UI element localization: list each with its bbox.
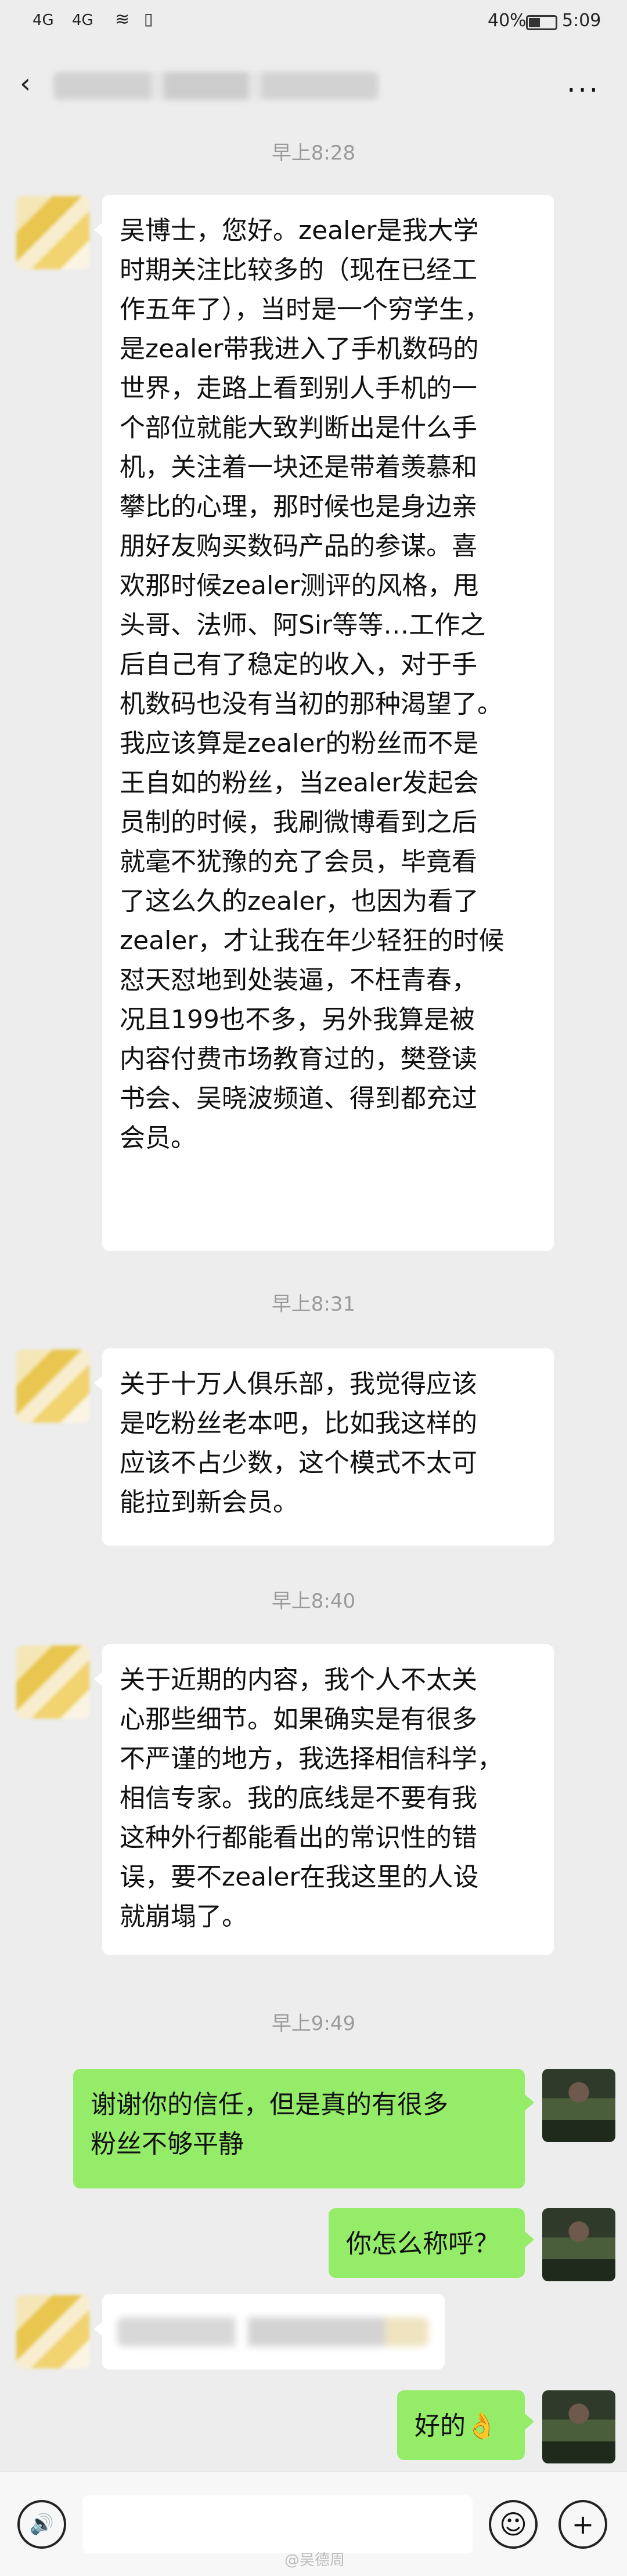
bubble-tail <box>525 2094 534 2111</box>
battery-percent: 40% <box>488 10 527 31</box>
more-button[interactable]: ··· <box>567 77 600 104</box>
signal-indicator-2: 4G <box>72 12 93 29</box>
emoji-icon: ☺ <box>499 2509 527 2540</box>
emoji-button[interactable]: ☺ <box>489 2500 538 2549</box>
watermark: @吴德周 <box>284 2552 345 2569</box>
timestamp: 早上8:28 <box>271 142 356 165</box>
signal-indicator-1: 4G <box>33 12 54 29</box>
message-text: 谢谢你的信任，但是真的有很多 粉丝不够平静 <box>91 2090 448 2159</box>
message-input[interactable] <box>82 2495 473 2553</box>
plus-button[interactable]: + <box>558 2500 607 2549</box>
voice-button[interactable]: 🔊 <box>17 2500 66 2549</box>
bubble-tail <box>525 2231 534 2248</box>
contact-avatar[interactable] <box>16 196 89 269</box>
user-avatar[interactable] <box>542 2390 615 2463</box>
message-bubble-sent[interactable]: 好的👌 <box>397 2390 525 2460</box>
notification-icon: ▯ <box>144 9 153 28</box>
timestamp: 早上8:31 <box>271 1293 356 1316</box>
bubble-tail <box>525 2414 534 2430</box>
user-avatar[interactable] <box>542 2069 615 2142</box>
message-bubble-received[interactable]: 关于近期的内容，我个人不太关 心那些细节。如果确实是有很多 不严谨的地方，我选择… <box>102 1644 554 1955</box>
battery-icon <box>526 12 557 32</box>
user-avatar[interactable] <box>542 2208 615 2281</box>
message-bubble-received[interactable]: 关于十万人俱乐部，我觉得应该 是吃粉丝老本吧，比如我这样的 应该不占少数，这个模… <box>102 1348 554 1546</box>
message-text: 吴博士，您好。zealer是我大学 时期关注比较多的（现在已经工 作五年了），当… <box>120 216 505 1153</box>
contact-avatar[interactable] <box>16 2295 89 2368</box>
message-bubble-sent[interactable]: 你怎么称呼？ <box>329 2208 525 2278</box>
message-bubble-received[interactable]: 吴博士，您好。zealer是我大学 时期关注比较多的（现在已经工 作五年了），当… <box>102 195 554 1251</box>
message-text: 关于近期的内容，我个人不太关 心那些细节。如果确实是有很多 不严谨的地方，我选择… <box>120 1665 503 1931</box>
chat-title-blurred <box>53 72 379 100</box>
message-bubble-received-blurred[interactable] <box>102 2294 445 2369</box>
more-dots-icon: ··· <box>567 74 600 107</box>
contact-avatar[interactable] <box>16 1645 89 1718</box>
back-button[interactable]: ‹ <box>20 70 31 97</box>
plus-icon: + <box>571 2509 594 2540</box>
message-text: 关于十万人俱乐部，我觉得应该 是吃粉丝老本吧，比如我这样的 应该不占少数，这个模… <box>120 1369 477 1517</box>
chevron-left-icon: ‹ <box>20 67 31 100</box>
message-text: 你怎么称呼？ <box>346 2229 499 2259</box>
message-text: 好的👌 <box>415 2411 498 2441</box>
timestamp: 早上9:49 <box>271 2012 356 2035</box>
contact-avatar[interactable] <box>16 1349 89 1423</box>
voice-icon: 🔊 <box>29 2513 55 2536</box>
status-bar: 4G 4G ≋ ▯ 40% 5:09 <box>0 0 627 42</box>
clock: 5:09 <box>562 10 601 31</box>
blurred-content <box>117 2317 428 2346</box>
wifi-icon: ≋ <box>115 9 130 30</box>
message-bubble-sent[interactable]: 谢谢你的信任，但是真的有很多 粉丝不够平静 <box>73 2069 525 2188</box>
chat-header: ‹ ··· <box>0 42 627 129</box>
timestamp: 早上8:40 <box>271 1590 356 1613</box>
